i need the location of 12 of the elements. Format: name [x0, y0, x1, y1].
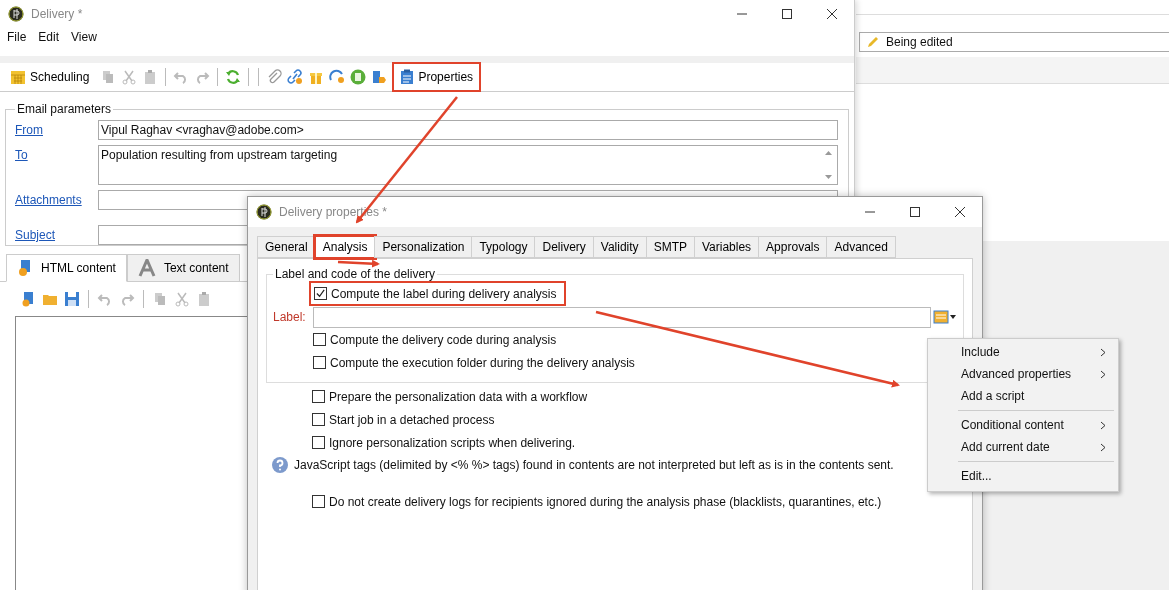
window-title: Delivery * [31, 7, 83, 21]
checkbox-label: Start job in a detached process [329, 412, 495, 427]
checkbox-label: Compute the delivery code during analysis [330, 332, 557, 347]
info-text: JavaScript tags (delimited by <% %> tags) found in contents are not interpreted but left as is in the contents sent. [294, 458, 894, 472]
checkbox-label: Do not create delivery logs for recipients ignored during the analysis phase (blacklists, quarantines, etc.) [329, 494, 882, 509]
field-label: Label: [273, 310, 307, 324]
checkbox-label: Compute the execution folder during the delivery analysis [330, 355, 635, 370]
checkbox-label: Compute the label during delivery analysis [331, 286, 557, 301]
section-title: Email parameters [16, 102, 113, 116]
section-title: Label and code of the delivery [274, 267, 437, 281]
checkbox-label: Ignore personalization scripts when delivering. [329, 435, 576, 450]
checkbox-label: Prepare the personalization data with a workflow [329, 389, 588, 404]
